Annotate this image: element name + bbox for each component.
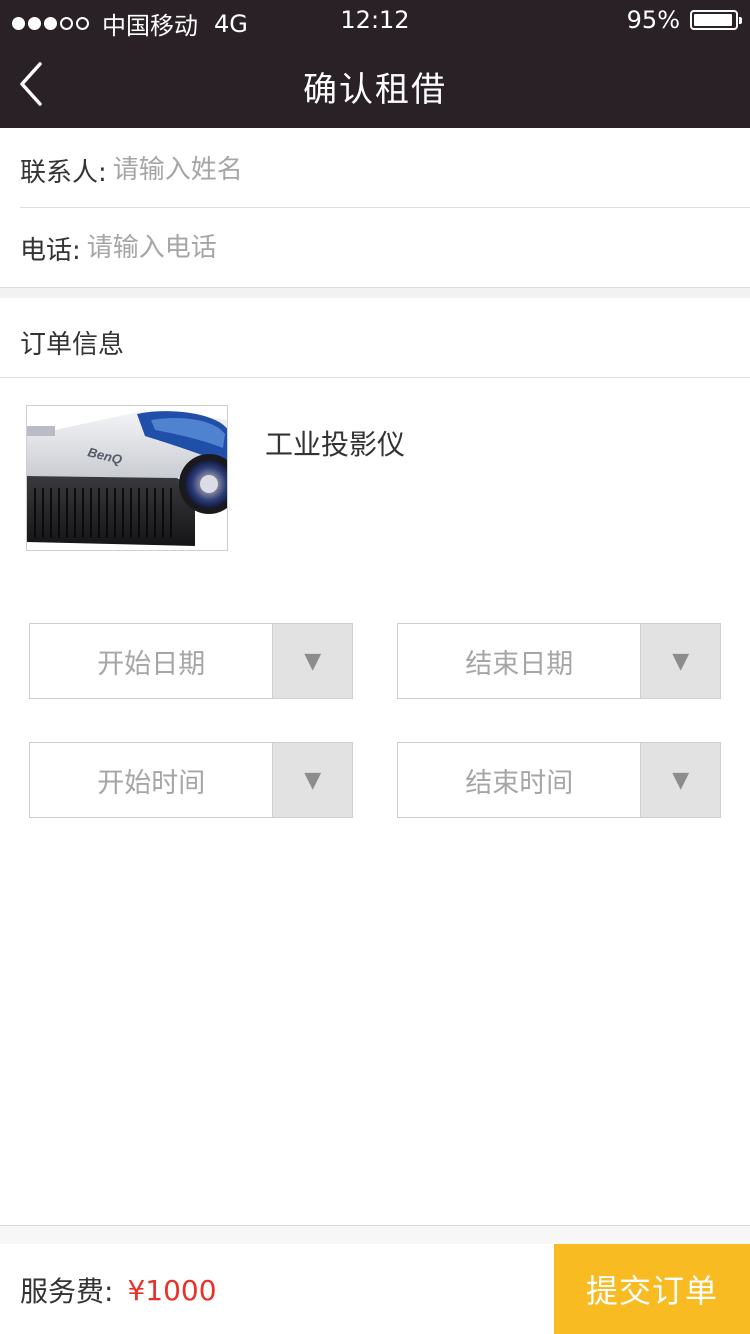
contact-name-input[interactable]: [112, 155, 613, 185]
service-fee: 服务费: ¥1000: [20, 1270, 217, 1310]
contact-label: 联系人:: [20, 157, 107, 188]
triangle-down-icon: ▼: [272, 624, 352, 698]
battery-fill: [694, 14, 732, 26]
service-fee-value: ¥1000: [127, 1273, 217, 1307]
status-bar: 中国移动 4G 12:12 95%: [0, 0, 750, 40]
start-time-label: 开始时间: [97, 767, 206, 799]
section-separator: [0, 287, 750, 298]
end-date-picker[interactable]: 结束日期 ▼: [397, 623, 721, 699]
battery-icon: [690, 10, 742, 30]
divider: [20, 207, 750, 208]
end-time-picker[interactable]: 结束时间 ▼: [397, 742, 721, 818]
order-section-title: 订单信息: [20, 330, 125, 360]
product-name: 工业投影仪: [265, 428, 406, 461]
nav-bar: 确认租借: [0, 40, 750, 128]
phone-input[interactable]: [86, 233, 587, 263]
start-time-picker[interactable]: 开始时间 ▼: [29, 742, 353, 818]
contact-row: 联系人:: [20, 150, 750, 190]
divider: [0, 377, 750, 378]
status-right: 95%: [626, 6, 742, 34]
phone-label: 电话:: [20, 235, 81, 266]
projector-image: BenQ: [27, 406, 227, 550]
battery-percent: 95%: [626, 6, 680, 34]
end-date-label: 结束日期: [465, 648, 574, 680]
triangle-down-icon: ▼: [640, 743, 720, 817]
footer-bar: 服务费: ¥1000 提交订单: [0, 1244, 750, 1334]
product-image: BenQ: [26, 405, 228, 551]
header: 中国移动 4G 12:12 95% 确认租借: [0, 0, 750, 128]
footer-separator: [0, 1226, 750, 1244]
service-fee-label: 服务费:: [20, 1275, 114, 1308]
submit-order-button[interactable]: 提交订单: [554, 1244, 750, 1334]
end-time-label: 结束时间: [465, 767, 574, 799]
page-title: 确认租借: [303, 70, 447, 110]
triangle-down-icon: ▼: [272, 743, 352, 817]
triangle-down-icon: ▼: [640, 624, 720, 698]
phone-row: 电话:: [20, 228, 750, 268]
start-date-picker[interactable]: 开始日期 ▼: [29, 623, 353, 699]
start-date-label: 开始日期: [97, 648, 206, 680]
